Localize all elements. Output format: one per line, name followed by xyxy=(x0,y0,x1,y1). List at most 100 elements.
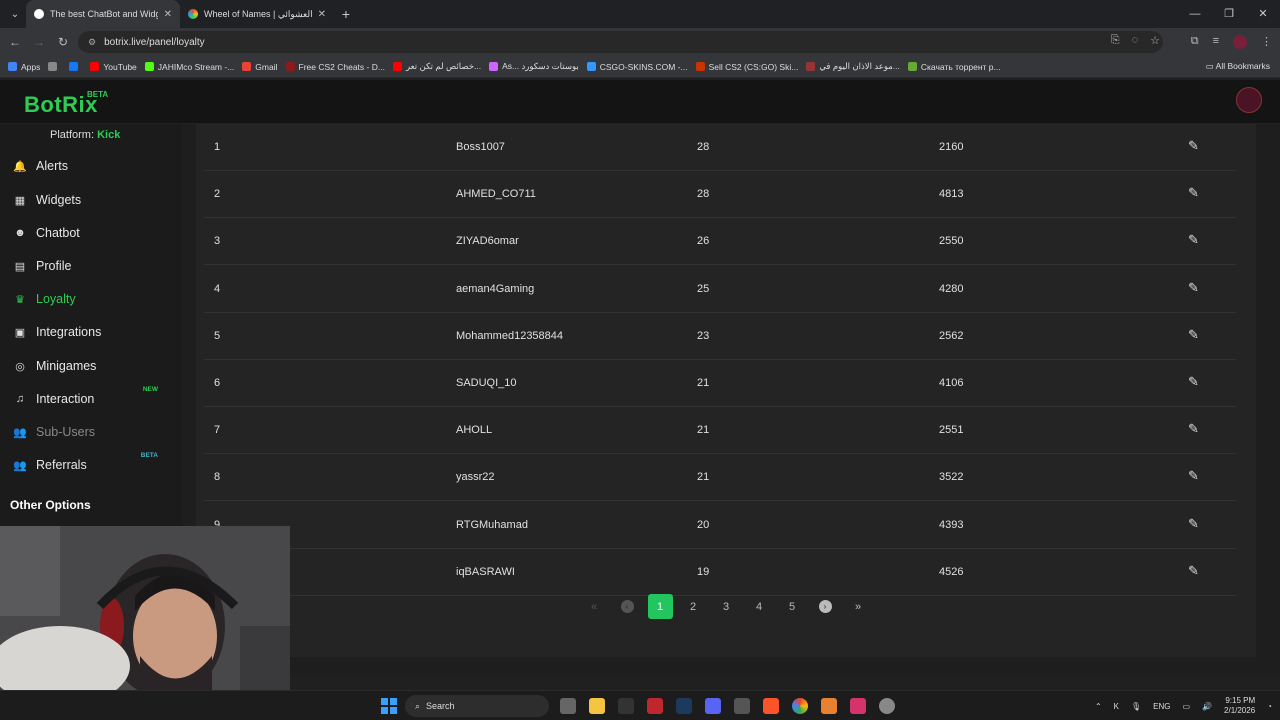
media-icon[interactable]: ≡ xyxy=(1213,35,1219,49)
bookmark-item[interactable] xyxy=(69,62,82,71)
sidebar-item-integrations[interactable]: ▣ Integrations xyxy=(12,322,172,342)
minimize-icon[interactable]: — xyxy=(1178,0,1212,28)
taskbar-apps xyxy=(560,698,895,714)
taskbar-search[interactable]: ⌕ Search xyxy=(405,695,549,717)
restore-icon[interactable]: ❐ xyxy=(1212,0,1246,28)
sidebar-item-widgets[interactable]: ▦ Widgets xyxy=(12,190,172,210)
page-4-button[interactable]: 4 xyxy=(747,594,772,619)
pencil-icon[interactable]: ✎ xyxy=(1188,280,1199,296)
sidebar-item-alerts[interactable]: 🔔 Alerts xyxy=(12,156,172,176)
brave-icon[interactable] xyxy=(763,698,779,714)
tab-close-icon[interactable]: ✕ xyxy=(164,9,172,20)
pencil-icon[interactable]: ✎ xyxy=(1188,421,1199,437)
first-page-button[interactable]: « xyxy=(582,594,607,619)
eye-off-icon[interactable]: ◌ xyxy=(1132,34,1139,47)
app-tool-icon[interactable] xyxy=(734,698,750,714)
network-icon[interactable]: ▭ xyxy=(1182,702,1190,711)
webcam-overlay xyxy=(0,526,290,690)
pencil-icon[interactable]: ✎ xyxy=(1188,138,1199,154)
sidebar-item-subusers[interactable]: 👥 Sub-Users xyxy=(12,422,172,442)
pencil-icon[interactable]: ✎ xyxy=(1188,374,1199,390)
bookmark-item[interactable]: As... بوستات دسكورد xyxy=(489,61,579,72)
menu-icon[interactable]: ⋮ xyxy=(1261,35,1272,49)
bookmark-item[interactable]: JAHIMco Stream -... xyxy=(144,62,234,72)
page-2-button[interactable]: 2 xyxy=(681,594,706,619)
sidebar-item-loyalty[interactable]: ♛ Loyalty xyxy=(12,289,172,309)
bookmark-star-icon[interactable]: ☆ xyxy=(1150,34,1160,47)
close-window-icon[interactable]: ✕ xyxy=(1246,0,1280,28)
table-row: 5 Mohammed12358844 23 2562 ✎ xyxy=(204,313,1236,360)
reload-icon[interactable]: ↻ xyxy=(51,35,75,49)
extensions-icon[interactable]: ⧉ xyxy=(1191,35,1199,49)
task-view-icon[interactable] xyxy=(560,698,576,714)
page-5-button[interactable]: 5 xyxy=(780,594,805,619)
chrome-icon[interactable] xyxy=(792,698,808,714)
steam-icon[interactable] xyxy=(676,698,692,714)
app-orange-icon[interactable] xyxy=(821,698,837,714)
bookmark-item[interactable]: Gmail xyxy=(242,62,278,72)
bookmark-item[interactable] xyxy=(48,62,61,71)
file-explorer-icon[interactable] xyxy=(589,698,605,714)
page-3-button[interactable]: 3 xyxy=(714,594,739,619)
bookmark-item[interactable]: YouTube xyxy=(90,62,137,72)
sidebar-item-minigames[interactable]: ◎ Minigames xyxy=(12,356,172,376)
translate-icon[interactable]: ⎘ xyxy=(1111,34,1120,47)
app-g-icon[interactable] xyxy=(618,698,634,714)
profile-avatar[interactable] xyxy=(1233,35,1247,49)
pencil-icon[interactable]: ✎ xyxy=(1188,232,1199,248)
user-avatar[interactable] xyxy=(1236,87,1262,113)
language-indicator[interactable]: ENG xyxy=(1153,702,1170,711)
bookmark-item[interactable]: Скачать торрент р... xyxy=(907,62,1001,72)
pencil-icon[interactable]: ✎ xyxy=(1188,468,1199,484)
prev-page-button[interactable]: ‹ xyxy=(615,594,640,619)
bookmark-item[interactable]: Apps xyxy=(8,62,40,72)
bookmark-item[interactable]: CSGO-SKINS.COM -... xyxy=(586,62,688,72)
clock-date: 2/1/2026 xyxy=(1224,706,1256,715)
username-cell: AHOLL xyxy=(456,424,493,437)
clock[interactable]: 9:15 PM 2/1/2026 xyxy=(1224,696,1255,716)
tab-close-icon[interactable]: ✕ xyxy=(318,9,326,20)
music-icon: ♫ xyxy=(15,393,25,405)
windows-start-icon[interactable] xyxy=(381,698,397,714)
other-options-heading: Other Options xyxy=(10,498,91,512)
bookmark-item[interactable]: موعد الاذان اليوم في... xyxy=(806,61,900,72)
notifications-icon[interactable]: ◔ xyxy=(1267,702,1272,711)
sidebar-item-profile[interactable]: ▤ Profile xyxy=(12,256,172,276)
site-info-icon[interactable]: ⚙ xyxy=(88,37,96,48)
next-page-button[interactable]: › xyxy=(813,594,838,619)
browser-tab-wheel[interactable]: Wheel of Names | عسم العشوائي ✕ xyxy=(180,0,334,28)
forward-icon[interactable]: → xyxy=(27,35,51,49)
bookmark-item[interactable]: Free CS2 Cheats - D... xyxy=(285,62,385,72)
bookmark-label: As... بوستات دسكورد xyxy=(502,61,579,71)
page-1-button[interactable]: 1 xyxy=(647,594,673,619)
kick-tray-icon[interactable]: K xyxy=(1114,702,1119,711)
url-bar[interactable]: ⚙ botrix.live/panel/loyalty xyxy=(78,31,1163,53)
pencil-icon[interactable]: ✎ xyxy=(1188,563,1199,579)
settings-app-icon[interactable] xyxy=(879,698,895,714)
tray-chevron-icon[interactable]: ⌃ xyxy=(1095,702,1102,711)
volume-icon[interactable]: 🔊 xyxy=(1202,702,1212,711)
bookmark-favicon-icon xyxy=(48,62,58,71)
pencil-icon[interactable]: ✎ xyxy=(1188,185,1199,201)
windows-taskbar: ⌕ Search ⌃ K 🎙 ENG ▭ 🔊 9:15 PM 2/1/2026 … xyxy=(0,690,1280,720)
app-red-icon[interactable] xyxy=(647,698,663,714)
mic-icon[interactable]: 🎙 xyxy=(1131,702,1141,711)
table-row: 4 aeman4Gaming 25 4280 ✎ xyxy=(204,266,1236,313)
value-cell: 21 xyxy=(697,377,710,389)
pencil-icon[interactable]: ✎ xyxy=(1188,516,1199,532)
sidebar-item-referrals[interactable]: 👥 Referrals BETA xyxy=(12,452,172,475)
bookmark-item[interactable]: خصائص لم تكن تعر... xyxy=(392,61,481,72)
sidebar-item-interaction[interactable]: ♫ Interaction NEW xyxy=(12,386,172,409)
new-tab-button[interactable]: + xyxy=(334,6,358,22)
tab-search-icon[interactable]: ⌄ xyxy=(4,4,26,24)
browser-tab-botrix[interactable]: The best ChatBot and Widgets ✕ xyxy=(26,0,180,28)
table-row: 7 AHOLL 21 2551 ✎ xyxy=(204,407,1236,455)
bookmark-item[interactable]: Sell CS2 (CS:GO) Ski... xyxy=(695,62,798,72)
back-icon[interactable]: ← xyxy=(3,35,27,49)
discord-icon[interactable] xyxy=(705,698,721,714)
last-page-button[interactable]: » xyxy=(846,594,871,619)
all-bookmarks-link[interactable]: ▭ All Bookmarks xyxy=(1206,61,1270,72)
app-pink-icon[interactable] xyxy=(850,698,866,714)
pencil-icon[interactable]: ✎ xyxy=(1188,327,1199,343)
sidebar-item-chatbot[interactable]: ☻ Chatbot xyxy=(12,223,172,243)
